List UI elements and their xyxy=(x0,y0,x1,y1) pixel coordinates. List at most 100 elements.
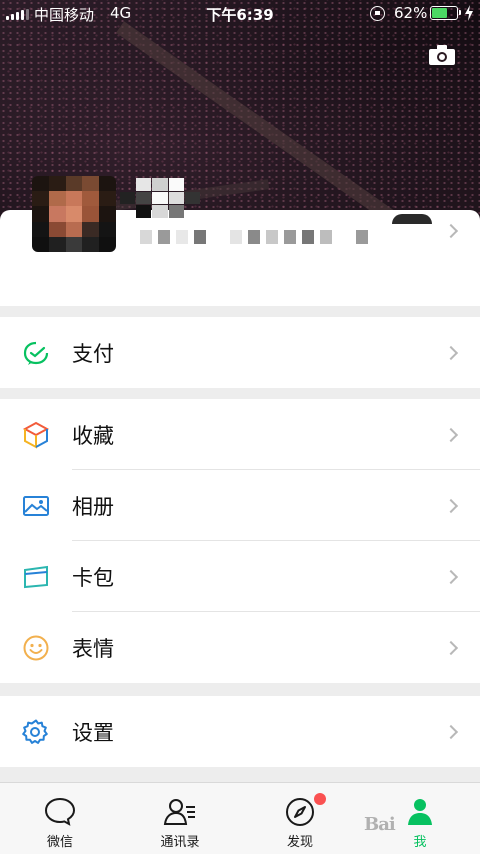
tab-chats[interactable]: 微信 xyxy=(0,783,120,854)
avatar-mosaic-tile xyxy=(48,176,66,192)
wechat-id-mosaic-tile xyxy=(356,230,368,244)
avatar-mosaic-tile xyxy=(48,221,66,237)
chevron-right-icon xyxy=(443,498,459,513)
tab-discover[interactable]: 发现 xyxy=(240,783,360,854)
wechat-id-mosaic-tile xyxy=(176,230,188,244)
avatar-mosaic-tile xyxy=(99,221,116,237)
wechat-id-pixelated xyxy=(140,228,368,246)
avatar[interactable] xyxy=(32,176,116,252)
nickname-mosaic-tile xyxy=(168,191,184,205)
chevron-right-icon xyxy=(443,345,459,360)
battery-percent: 62% xyxy=(394,4,428,22)
tab-label: 发现 xyxy=(286,835,313,850)
menu-item-card-wallet[interactable]: 卡包 xyxy=(0,541,480,612)
menu-item-label: 卡包 xyxy=(72,565,114,590)
avatar-mosaic-tile xyxy=(32,206,49,222)
avatar-mosaic-tile xyxy=(82,191,100,207)
menu-item-emoji[interactable]: 表情 xyxy=(0,612,480,683)
avatar-mosaic-tile xyxy=(82,176,100,192)
avatar-mosaic-tile xyxy=(65,236,83,252)
wechat-id-mosaic-tile xyxy=(338,230,350,244)
tab-label: 我 xyxy=(413,835,427,850)
nickname-mosaic-tile xyxy=(184,191,200,205)
tab-label: 通讯录 xyxy=(160,835,200,850)
avatar-mosaic-tile xyxy=(48,206,66,222)
wechat-id-mosaic-tile xyxy=(140,230,152,244)
wechat-id-mosaic-tile xyxy=(320,230,332,244)
nickname-mosaic-tile xyxy=(152,191,168,205)
charging-bolt-icon xyxy=(465,5,473,21)
nickname-mosaic-tile xyxy=(136,191,152,205)
status-bar: 中国移动 4G 下午6:39 62% xyxy=(0,0,480,28)
wechat-id-mosaic-tile xyxy=(284,230,296,244)
tab-label: 微信 xyxy=(46,835,73,850)
chevron-right-icon xyxy=(443,223,459,239)
card-wallet-icon xyxy=(24,565,48,588)
avatar-mosaic-tile xyxy=(99,206,116,222)
nickname-mosaic-tile xyxy=(168,178,184,191)
wechat-id-mosaic-tile xyxy=(194,230,206,244)
chevron-right-icon xyxy=(443,569,459,584)
qr-code-icon[interactable] xyxy=(392,214,432,224)
wechat-id-mosaic-tile xyxy=(230,230,242,244)
menu-item-pay[interactable]: 支付 xyxy=(0,317,480,388)
chevron-right-icon xyxy=(443,427,459,442)
avatar-mosaic-tile xyxy=(32,236,49,252)
camera-icon[interactable] xyxy=(428,44,456,66)
notification-dot xyxy=(314,793,326,805)
pay-icon xyxy=(23,341,49,365)
nickname-mosaic-tile xyxy=(136,205,152,218)
avatar-mosaic-tile xyxy=(99,191,116,207)
emoji-icon xyxy=(23,635,49,660)
compass-icon xyxy=(286,798,314,826)
battery-level-fill xyxy=(432,8,447,18)
nickname-mosaic-tile xyxy=(120,191,136,205)
tab-contacts[interactable]: 通讯录 xyxy=(120,783,240,854)
avatar-mosaic-tile xyxy=(65,176,83,192)
avatar-mosaic-tile xyxy=(48,191,66,207)
avatar-mosaic-tile xyxy=(65,206,83,222)
chat-bubble-icon xyxy=(44,797,76,826)
menu-item-label: 表情 xyxy=(72,636,114,661)
menu-group-settings: 设置 xyxy=(0,696,480,767)
avatar-mosaic-tile xyxy=(32,191,49,207)
nickname-mosaic-tile xyxy=(168,205,184,218)
avatar-mosaic-tile xyxy=(65,191,83,207)
menu-item-settings[interactable]: 设置 xyxy=(0,696,480,767)
avatar-mosaic-tile xyxy=(32,221,49,237)
watermark-logo: Bai xyxy=(364,814,396,835)
avatar-mosaic-tile xyxy=(82,206,100,222)
nickname-mosaic-tile xyxy=(152,178,168,191)
me-person-icon xyxy=(408,799,432,825)
menu-item-label: 支付 xyxy=(72,341,114,366)
nickname-mosaic-tile xyxy=(120,205,135,218)
nickname-mosaic-tile xyxy=(185,178,200,191)
wechat-id-mosaic-tile xyxy=(302,230,314,244)
menu-item-label: 设置 xyxy=(72,720,114,745)
chevron-right-icon xyxy=(443,640,459,655)
menu-item-favorites[interactable]: 收藏 xyxy=(0,399,480,470)
menu-group-main: 收藏 相册 卡包 表情 xyxy=(0,399,480,683)
avatar-mosaic-tile xyxy=(82,236,100,252)
nickname-mosaic-tile xyxy=(152,205,168,218)
wechat-id-mosaic-tile xyxy=(266,230,278,244)
wechat-id-mosaic-tile xyxy=(158,230,170,244)
wechat-id-mosaic-tile xyxy=(212,230,224,244)
avatar-mosaic-tile xyxy=(65,221,83,237)
avatar-mosaic-tile xyxy=(48,236,66,252)
menu-item-album[interactable]: 相册 xyxy=(0,470,480,541)
battery-icon xyxy=(430,6,461,20)
album-icon xyxy=(23,495,49,516)
menu-item-label: 收藏 xyxy=(72,423,114,448)
menu-item-label: 相册 xyxy=(72,494,114,519)
avatar-mosaic-tile xyxy=(99,176,116,192)
favorites-cube-icon xyxy=(22,421,50,449)
bottom-tab-bar: 微信 通讯录 发现 我 xyxy=(0,782,480,854)
wechat-id-mosaic-tile xyxy=(248,230,260,244)
contacts-icon xyxy=(163,799,195,825)
nickname-mosaic-tile xyxy=(120,178,135,191)
avatar-mosaic-tile xyxy=(99,236,116,252)
nickname-pixelated xyxy=(120,178,200,218)
avatar-mosaic-tile xyxy=(32,176,49,192)
orientation-lock-icon xyxy=(370,6,385,21)
